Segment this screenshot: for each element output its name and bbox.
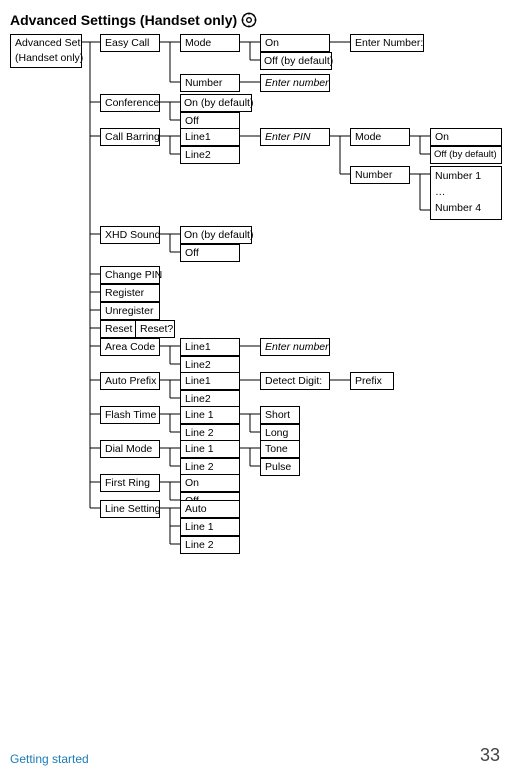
node-root: Advanced Set (Handset only) — [10, 34, 82, 68]
node-area-code: Area Code — [100, 338, 160, 356]
node-line1-d: Line 1 — [180, 406, 240, 424]
numlist-dots: … — [435, 184, 497, 200]
node-off-default-2: Off (by default) — [430, 146, 502, 164]
footer-section: Getting started — [10, 752, 89, 766]
node-dial-mode: Dial Mode — [100, 440, 160, 458]
node-enter-number-1: Enter Number: — [350, 34, 424, 52]
node-flash-time: Flash Time — [100, 406, 160, 424]
node-call-barring: Call Barring — [100, 128, 160, 146]
node-on-2: On — [430, 128, 502, 146]
node-detect-digit: Detect Digit: — [260, 372, 330, 390]
node-line1-f: Line 1 — [180, 518, 240, 536]
node-number-2: Number — [350, 166, 410, 184]
node-xhd: XHD Sound — [100, 226, 160, 244]
node-tone: Tone — [260, 440, 300, 458]
node-first-ring: First Ring — [100, 474, 160, 492]
node-prefix: Prefix — [350, 372, 394, 390]
gear-icon — [241, 12, 257, 28]
footer-page: 33 — [480, 745, 500, 766]
node-line2-a: Line2 — [180, 146, 240, 164]
node-line1-b: Line1 — [180, 338, 240, 356]
title-text: Advanced Settings (Handset only) — [10, 12, 237, 28]
node-enter-pin: Enter PIN — [260, 128, 330, 146]
node-number-1: Number — [180, 74, 240, 92]
root-line1: Advanced Set — [15, 36, 77, 51]
node-line1-c: Line1 — [180, 372, 240, 390]
node-pulse: Pulse — [260, 458, 300, 476]
node-off-default-1: Off (by default) — [260, 52, 332, 70]
node-line2-f: Line 2 — [180, 536, 240, 554]
node-enter-number-italic-2: Enter number — [260, 338, 330, 356]
node-line1-e: Line 1 — [180, 440, 240, 458]
node-register: Register — [100, 284, 160, 302]
node-short: Short — [260, 406, 300, 424]
root-line2: (Handset only) — [15, 51, 77, 66]
node-easy-call: Easy Call — [100, 34, 160, 52]
node-enter-number-italic-1: Enter number — [260, 74, 330, 92]
footer: Getting started 33 — [10, 745, 500, 766]
node-on-default-2: On (by default) — [180, 226, 252, 244]
node-number-list: Number 1 … Number 4 — [430, 166, 502, 220]
node-auto: Auto — [180, 500, 240, 518]
node-off-2: Off — [180, 244, 240, 262]
numlist-4: Number 4 — [435, 200, 497, 216]
node-mode-1: Mode — [180, 34, 240, 52]
node-line1-a: Line1 — [180, 128, 240, 146]
node-change-pin: Change PIN — [100, 266, 160, 284]
node-conference: Conference — [100, 94, 160, 112]
numlist-1: Number 1 — [435, 168, 497, 184]
node-unregister: Unregister — [100, 302, 160, 320]
node-reset-q: Reset? — [135, 320, 175, 338]
node-on-3: On — [180, 474, 240, 492]
node-auto-prefix: Auto Prefix — [100, 372, 160, 390]
tree-diagram: Advanced Set (Handset only) Easy Call Co… — [10, 34, 500, 544]
page-title: Advanced Settings (Handset only) — [10, 12, 500, 28]
node-line-setting: Line Setting — [100, 500, 160, 518]
node-on-default-1: On (by default) — [180, 94, 252, 112]
node-on-1: On — [260, 34, 330, 52]
node-mode-2: Mode — [350, 128, 410, 146]
